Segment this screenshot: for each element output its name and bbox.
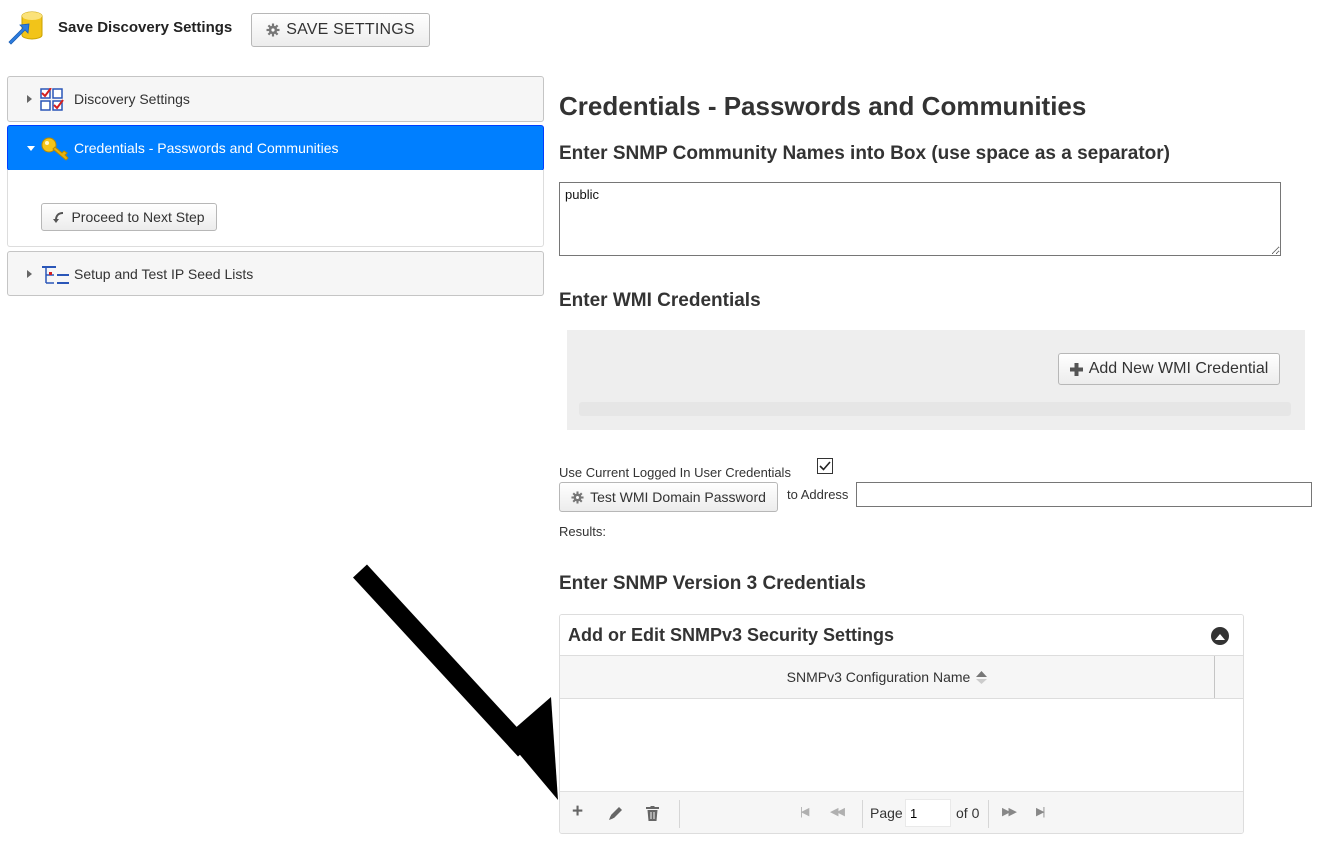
proceed-next-step-button[interactable]: Proceed to Next Step [41, 203, 217, 231]
grid-caption-title: Add or Edit SNMPv3 Security Settings [568, 625, 895, 645]
test-wmi-password-label: Test WMI Domain Password [590, 489, 766, 505]
page-count-label: of 0 [956, 805, 980, 821]
list-tree-icon [42, 266, 69, 284]
database-save-icon[interactable] [7, 9, 45, 45]
grid-pager: + |◀ ◀◀ Page of 0 ▶▶ ▶| [560, 791, 1243, 833]
accordion-ip-seed-lists[interactable]: Setup and Test IP Seed Lists [7, 251, 544, 296]
expanded-triangle-icon [27, 145, 35, 151]
collapsed-triangle-icon [27, 95, 32, 103]
undo-arrow-icon [53, 211, 64, 223]
trash-icon[interactable] [646, 806, 659, 821]
accordion-credentials[interactable]: Credentials - Passwords and Communities [7, 125, 544, 171]
checklist-icon [40, 88, 64, 111]
use-current-credentials-label: Use Current Logged In User Credentials [559, 465, 791, 480]
test-wmi-password-button[interactable]: Test WMI Domain Password [559, 482, 778, 512]
accordion-label-ip-seed-lists: Setup and Test IP Seed Lists [74, 265, 254, 282]
snmp-community-heading: Enter SNMP Community Names into Box (use… [559, 143, 1170, 164]
wmi-credentials-heading: Enter WMI Credentials [559, 290, 761, 311]
column-header-label: SNMPv3 Configuration Name [786, 669, 971, 685]
pager-separator [679, 800, 680, 828]
accordion-credentials-panel: Proceed to Next Step [7, 170, 544, 247]
accordion-discovery-settings[interactable]: Discovery Settings [7, 76, 544, 122]
pager-separator [988, 800, 989, 828]
column-header-config-name[interactable]: SNMPv3 Configuration Name [560, 656, 1215, 698]
grid-caption: Add or Edit SNMPv3 Security Settings [560, 615, 1243, 656]
collapse-grid-icon[interactable] [1211, 627, 1229, 645]
accordion-label-discovery-settings: Discovery Settings [74, 91, 190, 107]
snmpv3-heading: Enter SNMP Version 3 Credentials [559, 573, 866, 594]
page-number-input[interactable] [905, 799, 951, 827]
to-address-input[interactable] [856, 482, 1312, 507]
wmi-credential-list [579, 402, 1291, 416]
section-title: Credentials - Passwords and Communities [559, 91, 1087, 121]
prev-page-icon[interactable]: ◀◀ [830, 805, 845, 818]
use-current-credentials-checkbox[interactable] [817, 458, 833, 474]
gear-icon [266, 23, 280, 37]
page-label: Page [870, 805, 903, 821]
next-page-icon[interactable]: ▶▶ [1002, 805, 1017, 818]
add-wmi-credential-label: Add New WMI Credential [1088, 360, 1269, 377]
sort-icon[interactable] [976, 670, 988, 684]
wmi-credentials-panel: Add New WMI Credential [567, 330, 1305, 430]
last-page-icon[interactable]: ▶| [1036, 805, 1045, 818]
save-settings-label: SAVE SETTINGS [286, 21, 415, 38]
snmp-community-textarea[interactable] [559, 182, 1281, 256]
to-address-label: to Address [787, 487, 849, 502]
proceed-next-step-label: Proceed to Next Step [71, 209, 205, 225]
edit-pencil-icon[interactable] [608, 806, 623, 821]
snmpv3-grid: Add or Edit SNMPv3 Security Settings SNM… [559, 614, 1244, 834]
plus-icon [1069, 362, 1083, 376]
chevron-up-icon [1215, 633, 1225, 640]
save-settings-button[interactable]: SAVE SETTINGS [251, 13, 430, 47]
collapsed-triangle-icon [27, 269, 32, 278]
first-page-icon[interactable]: |◀ [800, 805, 809, 818]
gear-icon [571, 490, 584, 504]
accordion-label-credentials: Credentials - Passwords and Communities [74, 140, 339, 156]
grid-header: SNMPv3 Configuration Name [560, 656, 1243, 699]
toolbar: Save Discovery Settings SAVE SETTINGS [0, 0, 1317, 60]
page-title: Save Discovery Settings [58, 19, 233, 36]
checkmark-icon [819, 461, 831, 471]
results-label: Results: [559, 524, 606, 539]
annotation-arrow-icon [353, 564, 558, 800]
key-icon [41, 137, 69, 161]
add-wmi-credential-button[interactable]: Add New WMI Credential [1058, 353, 1280, 385]
pager-separator [862, 800, 863, 828]
